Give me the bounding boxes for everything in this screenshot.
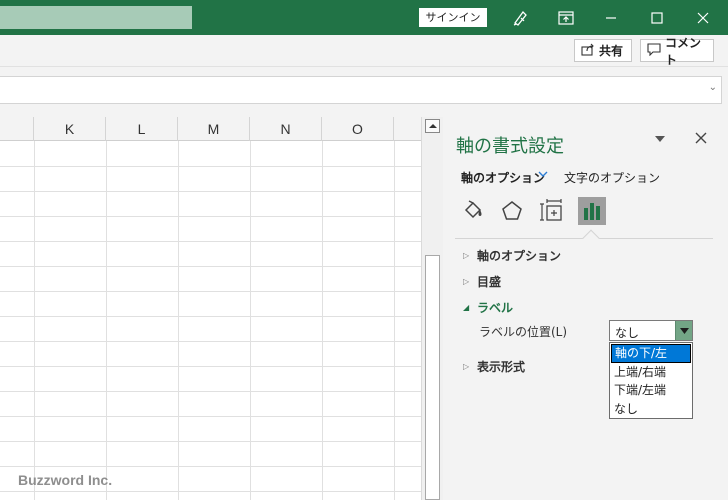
share-label: 共有 [599,44,624,58]
chevron-down-icon [679,327,689,334]
grid-hline [0,266,421,267]
label-position-dropdown-list: 軸の下/左 上端/右端 下端/左端 なし [609,342,693,419]
tab-axis-options[interactable]: 軸のオプション [461,169,545,186]
section-axis-options[interactable]: ▷ 軸のオプション [463,247,561,264]
share-button[interactable]: 共有 [574,39,632,62]
section-number-format[interactable]: ▷ 表示形式 [463,358,525,375]
formula-bar[interactable]: ⌄ [0,76,722,104]
dropdown-option[interactable]: 軸の下/左 [611,344,691,363]
grid-vline [250,141,251,500]
grid-hline [0,241,421,242]
grid-hline [0,391,421,392]
grid-hline [0,491,421,492]
comment-button[interactable]: コメント [640,36,714,67]
grid-vline [34,141,35,500]
dropdown-option[interactable]: なし [611,400,691,419]
dropdown-option[interactable]: 上端/右端 [611,363,691,382]
grid-hline [0,366,421,367]
minimize-icon[interactable] [601,8,621,28]
share-icon [581,43,595,59]
scroll-up-button[interactable] [425,119,440,133]
watermark: Buzzword Inc. [18,472,113,488]
grid-hline [0,416,421,417]
column-header[interactable]: K [34,117,106,141]
column-header-partial[interactable] [394,117,421,141]
grid-vline [178,141,179,500]
scroll-thumb[interactable] [425,255,440,500]
section-label: 軸のオプション [477,249,562,263]
label-position-label: ラベルの位置(L) [479,325,568,339]
grid-hline [0,216,421,217]
column-headers: K L M N O [0,117,421,141]
grid-hline [0,316,421,317]
ribbon-display-icon[interactable] [556,8,576,28]
tab-text-options[interactable]: 文字のオプション [564,169,660,186]
section-label: 目盛 [477,275,502,289]
vertical-scrollbar[interactable] [421,117,443,500]
grid-hline [0,191,421,192]
grid-hline [0,466,421,467]
column-header[interactable]: L [106,117,178,141]
cell-area[interactable] [0,141,421,500]
ribbon-bar: 共有 コメント [0,35,728,67]
column-header-partial[interactable] [0,117,34,141]
expand-triangle-icon: ▷ [463,362,470,371]
section-label: 表示形式 [477,360,526,374]
grid-hline [0,291,421,292]
expand-triangle-icon: ▷ [463,277,470,286]
chevron-down-icon[interactable]: ⌄ [709,82,717,93]
grid-hline [0,441,421,442]
label-position-value: なし [615,326,640,340]
section-label: ラベル [477,301,514,315]
column-header[interactable]: M [178,117,250,141]
expand-triangle-icon: ▷ [463,251,470,260]
label-position-select[interactable]: なし [609,320,693,341]
chevron-down-icon[interactable] [538,169,548,180]
axis-options-icon[interactable] [578,197,606,225]
column-header[interactable]: O [322,117,394,141]
worksheet-grid[interactable]: K L M N O Buzzword Inc. [0,117,421,500]
arrow-up-icon [428,124,437,128]
format-axis-pane: 軸の書式設定 軸のオプション 文字のオプション ▷ 軸のオプション ▷ 目盛 ◢… [443,117,728,500]
pane-menu-icon[interactable] [655,131,665,145]
sign-in-button[interactable]: サインイン [419,8,487,27]
close-icon[interactable] [693,8,713,28]
pane-close-icon[interactable] [695,129,707,148]
section-labels[interactable]: ◢ ラベル [463,299,513,316]
section-tick-marks[interactable]: ▷ 目盛 [463,273,501,290]
active-tab-indicator [582,229,600,247]
effects-icon[interactable] [498,197,526,225]
grid-hline [0,341,421,342]
dropdown-button[interactable] [675,321,692,340]
grid-vline [394,141,395,500]
title-bar: サインイン [0,0,728,35]
dropdown-option[interactable]: 下端/左端 [611,381,691,400]
document-title-field[interactable] [0,6,192,29]
grid-vline [106,141,107,500]
collapse-triangle-icon: ◢ [463,303,470,312]
pen-icon[interactable] [510,8,530,28]
pane-title: 軸の書式設定 [456,136,564,157]
column-header[interactable]: N [250,117,322,141]
maximize-icon[interactable] [647,8,667,28]
size-properties-icon[interactable] [538,197,566,225]
comment-icon [647,42,661,59]
comment-label: コメント [665,35,702,67]
grid-vline [322,141,323,500]
fill-line-icon[interactable] [459,197,487,225]
grid-hline [0,166,421,167]
